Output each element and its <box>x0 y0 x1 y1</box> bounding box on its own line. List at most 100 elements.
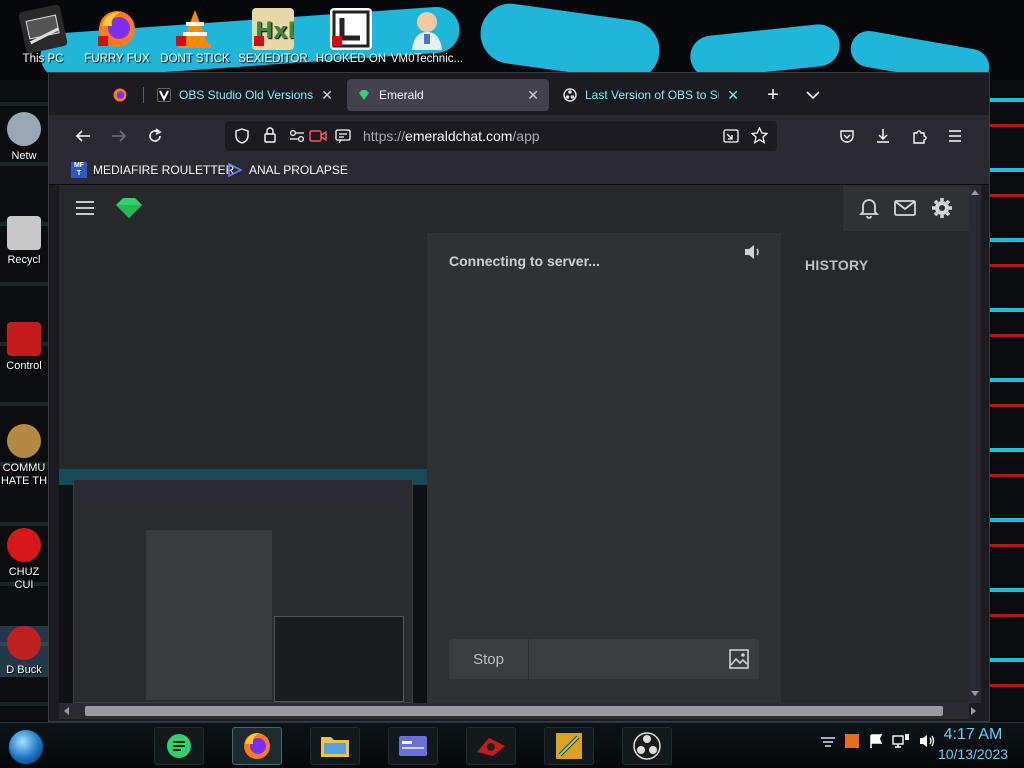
scroll-right-icon[interactable] <box>971 707 977 715</box>
firefox-icon <box>113 88 127 102</box>
tray-app-icon[interactable] <box>844 733 860 749</box>
bell-icon[interactable] <box>858 197 879 219</box>
page-info-icon[interactable] <box>335 129 351 143</box>
wallpaper-right-pattern <box>990 80 1024 720</box>
forward-arrow-icon <box>112 130 127 142</box>
id-card-icon <box>399 736 427 756</box>
desktop-icon-bucket[interactable]: D Buck <box>0 626 48 677</box>
tab-firefox-pinned[interactable] <box>101 79 139 111</box>
message-composer: Stop <box>449 639 759 679</box>
emerald-logo[interactable] <box>113 195 145 221</box>
stop-button[interactable]: Stop <box>449 639 529 679</box>
navigation-toolbar: https://emeraldchat.com/app <box>49 115 989 157</box>
action-center-flag-icon[interactable] <box>868 733 884 749</box>
taskbar-app-id-card[interactable] <box>388 727 438 765</box>
tab-obs-old-versions[interactable]: OBS Studio Old Versions Do ✕ <box>147 79 343 111</box>
connection-status: Connecting to server... <box>449 253 600 269</box>
bookmark-star-icon[interactable] <box>751 127 768 144</box>
v-favicon <box>157 88 171 102</box>
url-text[interactable]: https://emeraldchat.com/app <box>363 128 540 144</box>
app-header <box>59 185 969 231</box>
bucket-icon <box>7 626 41 660</box>
downloads-button[interactable] <box>869 122 897 150</box>
mail-icon[interactable] <box>894 199 916 217</box>
preview-chat-panel <box>146 530 272 700</box>
preview-toolbar <box>74 480 412 510</box>
side-menu-button[interactable] <box>73 197 97 219</box>
scroll-down-icon[interactable] <box>971 691 979 697</box>
mediafire-favicon: MF T <box>71 162 87 178</box>
taskbar-app-notes[interactable] <box>154 727 204 765</box>
app-shortcut-icon <box>330 8 372 50</box>
taskbar: 4:17 AM 10/13/2023 <box>0 722 1024 768</box>
bookmarks-toolbar: MF T MEDIAFIRE ROULETTER ANAL PROLAPSE <box>49 157 989 185</box>
horizontal-scroll-thumb[interactable] <box>85 706 943 716</box>
back-arrow-icon <box>75 130 90 142</box>
download-icon <box>877 129 889 143</box>
vertical-scrollbar[interactable] <box>969 185 981 703</box>
horizontal-scrollbar[interactable] <box>59 703 976 719</box>
obs-icon <box>633 732 661 760</box>
gear-icon[interactable] <box>931 197 953 219</box>
vlc-cone-icon <box>174 8 216 50</box>
close-icon[interactable]: ✕ <box>727 87 739 104</box>
preview-nested-window <box>274 616 404 702</box>
list-all-tabs-button[interactable] <box>799 81 827 109</box>
tray-overflow-icon[interactable] <box>820 734 836 748</box>
taskbar-app-firefox[interactable] <box>232 727 282 765</box>
preview-browser-window <box>73 479 413 703</box>
desktop-icon-furry-fux[interactable]: FURRY FUX <box>76 8 158 65</box>
lock-icon[interactable] <box>263 127 277 144</box>
close-icon[interactable]: ✕ <box>321 87 333 104</box>
desktop-icon-this-pc[interactable]: This PC <box>2 4 84 65</box>
bracket-favicon <box>228 162 243 178</box>
scroll-left-icon[interactable] <box>63 707 69 715</box>
app-menu-button[interactable] <box>941 122 969 150</box>
new-tab-button[interactable]: + <box>759 81 787 109</box>
taskbar-app-obs[interactable] <box>622 727 672 765</box>
puzzle-piece-icon <box>912 129 927 144</box>
reload-button[interactable] <box>141 122 169 150</box>
shield-icon[interactable] <box>235 128 249 144</box>
camera-sharing-icon[interactable] <box>309 129 327 143</box>
bookmark-mediafire-rouletter[interactable]: MF T MEDIAFIRE ROULETTER <box>71 162 234 178</box>
desktop-icon-chuz[interactable]: CHUZ CUI <box>0 528 48 592</box>
bookmark-anal-prolapse[interactable]: ANAL PROLAPSE <box>227 162 348 178</box>
desktop-icon-commu[interactable]: COMMU HATE TH <box>0 424 48 488</box>
message-input[interactable] <box>531 639 721 679</box>
desktop-icon-recycle-bin[interactable]: Recycl <box>0 216 48 266</box>
image-upload-icon[interactable] <box>729 649 749 669</box>
taskbar-clock[interactable]: 4:17 AM 10/13/2023 <box>928 725 1018 763</box>
red-creature-icon <box>7 528 41 562</box>
desktop-icon-sexieditor[interactable]: HxD SEXIEDITOR <box>232 8 314 65</box>
picture-in-picture-icon[interactable] <box>723 128 739 144</box>
permissions-icon[interactable] <box>289 129 305 143</box>
reload-icon <box>149 128 162 142</box>
tab-last-version-obs[interactable]: Last Version of OBS to Supp ✕ <box>553 79 749 111</box>
desktop-icon-vm0technic[interactable]: VM0Technic... <box>386 8 468 65</box>
tab-strip: OBS Studio Old Versions Do ✕ Emerald ✕ L… <box>49 73 989 115</box>
speaker-icon[interactable] <box>743 243 763 261</box>
close-icon[interactable]: ✕ <box>527 87 539 104</box>
address-bar[interactable]: https://emeraldchat.com/app <box>225 121 777 151</box>
desktop-icon-control-panel[interactable]: Control <box>0 322 48 372</box>
red-gear-app-icon <box>477 738 505 756</box>
desktop-icon-dont-stick[interactable]: DONT STICK <box>154 8 236 65</box>
scroll-up-icon[interactable] <box>971 189 979 195</box>
system-tray <box>820 733 936 749</box>
forward-button[interactable] <box>105 122 133 150</box>
firefox-shortcut-icon <box>96 8 138 50</box>
desktop-icon-network[interactable]: Netw <box>0 112 48 162</box>
taskbar-app-sword[interactable] <box>544 727 594 765</box>
desktop-icon-hooked-on[interactable]: HOOKED ON <box>310 8 392 65</box>
pocket-button[interactable] <box>833 122 861 150</box>
extensions-button[interactable] <box>905 122 933 150</box>
firefox-icon <box>244 733 270 759</box>
network-status-icon[interactable] <box>892 733 910 749</box>
start-button[interactable] <box>8 729 44 765</box>
back-button[interactable] <box>69 122 97 150</box>
taskbar-app-file-explorer[interactable] <box>310 727 360 765</box>
recycle-bin-icon <box>7 216 41 250</box>
tab-emerald[interactable]: Emerald ✕ <box>347 79 549 111</box>
taskbar-app-red[interactable] <box>466 727 516 765</box>
